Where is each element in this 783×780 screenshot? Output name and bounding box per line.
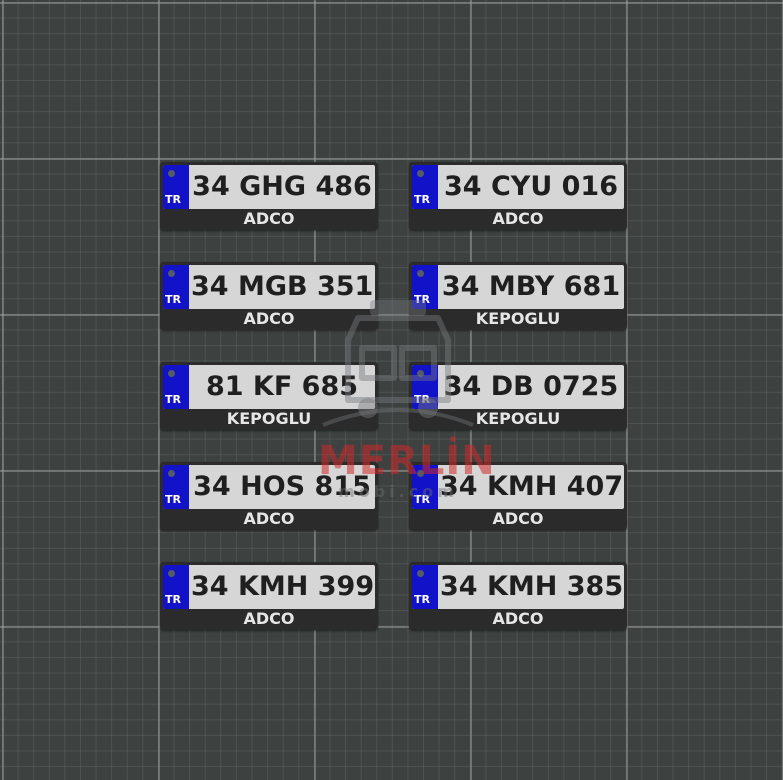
dealer-name: KEPOGLU — [475, 309, 561, 328]
euro-band: TR — [163, 165, 189, 209]
plate-face: TR 34 KMH 385 — [412, 565, 624, 609]
mount-hole-icon — [168, 270, 175, 277]
country-code: TR — [165, 293, 181, 306]
plate-number: 34 DB 0725 — [443, 371, 619, 402]
country-code: TR — [414, 193, 430, 206]
dealer-name: ADCO — [492, 209, 544, 228]
country-code: TR — [414, 593, 430, 606]
euro-band: TR — [412, 465, 438, 509]
mount-hole-icon — [168, 570, 175, 577]
license-plate[interactable]: TR 34 MBY 681 KEPOGLU — [409, 262, 627, 330]
license-plate[interactable]: TR 81 KF 685 KEPOGLU — [160, 362, 378, 430]
mount-hole-icon — [417, 170, 424, 177]
license-plate[interactable]: TR 34 KMH 385 ADCO — [409, 562, 627, 630]
plate-number: 34 KMH 399 — [191, 571, 375, 602]
dealer-name: ADCO — [243, 509, 295, 528]
plate-number: 34 MGB 351 — [191, 271, 374, 302]
plate-number: 34 KMH 407 — [440, 471, 624, 502]
plate-face: TR 34 KMH 399 — [163, 565, 375, 609]
country-code: TR — [165, 193, 181, 206]
dealer-name: ADCO — [492, 509, 544, 528]
plate-face: TR 34 HOS 815 — [163, 465, 375, 509]
plate-face: TR 34 KMH 407 — [412, 465, 624, 509]
euro-band: TR — [163, 265, 189, 309]
license-plate[interactable]: TR 34 MGB 351 ADCO — [160, 262, 378, 330]
dealer-name: KEPOGLU — [226, 409, 312, 428]
license-plate[interactable]: TR 34 KMH 407 ADCO — [409, 462, 627, 530]
plate-face: TR 34 MGB 351 — [163, 265, 375, 309]
plate-face: TR 34 MBY 681 — [412, 265, 624, 309]
euro-band: TR — [412, 565, 438, 609]
plate-face: TR 34 CYU 016 — [412, 165, 624, 209]
design-canvas[interactable]: TR 34 GHG 486 ADCO TR 34 CYU 016 ADCO TR… — [0, 0, 783, 780]
plate-number: 81 KF 685 — [205, 371, 359, 402]
mount-hole-icon — [417, 270, 424, 277]
plate-number: 34 MBY 681 — [441, 271, 621, 302]
mount-hole-icon — [417, 570, 424, 577]
dealer-name: ADCO — [243, 309, 295, 328]
license-plate[interactable]: TR 34 HOS 815 ADCO — [160, 462, 378, 530]
mount-hole-icon — [417, 370, 424, 377]
plate-face: TR 34 DB 0725 — [412, 365, 624, 409]
mount-hole-icon — [168, 370, 175, 377]
euro-band: TR — [412, 365, 438, 409]
dealer-name: ADCO — [243, 209, 295, 228]
plate-number: 34 HOS 815 — [193, 471, 371, 502]
country-code: TR — [165, 493, 181, 506]
plate-number: 34 GHG 486 — [192, 171, 372, 202]
mount-hole-icon — [417, 470, 424, 477]
country-code: TR — [165, 593, 181, 606]
dealer-name: KEPOGLU — [475, 409, 561, 428]
country-code: TR — [414, 493, 430, 506]
mount-hole-icon — [168, 470, 175, 477]
plate-number: 34 KMH 385 — [440, 571, 624, 602]
license-plate[interactable]: TR 34 DB 0725 KEPOGLU — [409, 362, 627, 430]
dealer-name: ADCO — [492, 609, 544, 628]
license-plate[interactable]: TR 34 CYU 016 ADCO — [409, 162, 627, 230]
plate-face: TR 81 KF 685 — [163, 365, 375, 409]
country-code: TR — [165, 393, 181, 406]
plate-face: TR 34 GHG 486 — [163, 165, 375, 209]
country-code: TR — [414, 293, 430, 306]
country-code: TR — [414, 393, 430, 406]
euro-band: TR — [163, 365, 189, 409]
euro-band: TR — [163, 565, 189, 609]
license-plate[interactable]: TR 34 KMH 399 ADCO — [160, 562, 378, 630]
mount-hole-icon — [168, 170, 175, 177]
plate-number: 34 CYU 016 — [443, 171, 619, 202]
euro-band: TR — [412, 265, 438, 309]
dealer-name: ADCO — [243, 609, 295, 628]
euro-band: TR — [412, 165, 438, 209]
license-plate[interactable]: TR 34 GHG 486 ADCO — [160, 162, 378, 230]
euro-band: TR — [163, 465, 189, 509]
